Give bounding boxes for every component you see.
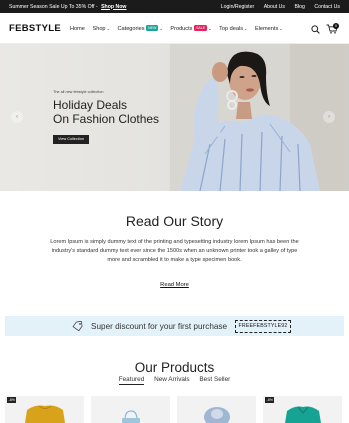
search-icon[interactable] (311, 25, 320, 34)
nav-home[interactable]: Home (70, 26, 85, 32)
nav-elements[interactable]: Elements⌄ (255, 26, 283, 32)
hero-title-line: Holiday Deals (53, 98, 128, 112)
product-image (122, 410, 140, 423)
sale-badge: -8% (265, 397, 275, 403)
coupon-code[interactable]: FREEFEBSTYLE92 (235, 319, 291, 333)
products-title: Our Products (134, 360, 215, 375)
nav-shop[interactable]: Shop⌄ (92, 26, 109, 32)
product-card[interactable]: -8% (5, 396, 84, 423)
product-image (25, 405, 65, 423)
read-more-wrapper: Read More (0, 282, 349, 288)
tab-featured[interactable]: Featured (118, 376, 145, 385)
login-register-link[interactable]: Login/Register (221, 4, 254, 10)
chevron-down-icon: ⌄ (106, 25, 110, 31)
discount-banner: Super discount for your first purchase F… (5, 316, 344, 336)
nav-label: Top deals (219, 25, 244, 32)
story-text: Lorem Ipsum is simply dummy text of the … (50, 239, 299, 264)
product-card[interactable] (91, 396, 170, 423)
contact-us-link[interactable]: Contact Us (314, 4, 340, 10)
chevron-right-icon[interactable]: › (323, 111, 335, 123)
hero-title-line: On Fashion Clothes (53, 112, 160, 126)
hero-subheading: The all new febstyle collection (53, 90, 104, 94)
chevron-down-icon: ⌄ (244, 25, 248, 31)
tab-new-arrivals[interactable]: New Arrivals (154, 376, 190, 383)
nav-top-deals[interactable]: Top deals⌄ (219, 26, 247, 32)
product-card[interactable] (177, 396, 256, 423)
product-image (285, 406, 321, 423)
view-collection-button[interactable]: View Collection (53, 135, 89, 144)
hero-title: Holiday Deals On Fashion Clothes (53, 98, 159, 126)
nav-label: Categories (117, 25, 145, 32)
logo[interactable]: FEBSTYLE (9, 23, 61, 34)
read-more-link[interactable]: Read More (160, 282, 189, 288)
announcement-bar: Summer Season Sale Up To 35% Off - Shop … (0, 0, 349, 13)
blog-link[interactable]: Blog (294, 4, 304, 10)
shop-now-link[interactable]: Shop Now (101, 4, 126, 10)
product-tabs: Featured New Arrivals Best Seller (0, 376, 349, 385)
chevron-down-icon: ⌄ (159, 25, 163, 31)
sale-badge: SALE (193, 25, 208, 31)
nav-label: Products (170, 25, 193, 32)
tab-best-seller[interactable]: Best Seller (199, 376, 230, 383)
cart-count-badge: 0 (333, 23, 339, 29)
promo-message: Summer Season Sale Up To 35% Off - Shop … (9, 4, 126, 10)
top-links: Login/Register About Us Blog Contact Us (213, 4, 340, 10)
model-photo (170, 44, 345, 191)
product-card[interactable]: -8% (263, 396, 342, 423)
site-header: FEBSTYLE Home Shop⌄ Categories NEW ⌄ Produ… (0, 13, 349, 44)
nav-label: Elements (254, 25, 279, 32)
sale-badge: -8% (7, 397, 17, 403)
new-badge: NEW (146, 25, 159, 31)
hero-banner: The all new febstyle collection Holiday … (0, 44, 349, 191)
nav-label: Home (70, 25, 85, 32)
chevron-left-icon[interactable]: ‹ (11, 111, 23, 123)
about-us-link[interactable]: About Us (264, 4, 285, 10)
discount-text: Super discount for your first purchase (91, 322, 228, 331)
nav-label: Shop (92, 25, 106, 32)
product-image (204, 407, 230, 423)
tag-icon (72, 321, 83, 331)
main-nav: Home Shop⌄ Categories NEW ⌄ Products SALE ⌄ … (70, 25, 289, 32)
story-title: Read Our Story (125, 213, 224, 229)
chevron-down-icon: ⌄ (279, 25, 283, 31)
promo-text: Summer Season Sale Up To 35% Off - (9, 3, 98, 10)
nav-categories[interactable]: Categories NEW ⌄ (117, 25, 163, 32)
chevron-down-icon: ⌄ (208, 25, 212, 31)
nav-products[interactable]: Products SALE ⌄ (170, 25, 212, 32)
